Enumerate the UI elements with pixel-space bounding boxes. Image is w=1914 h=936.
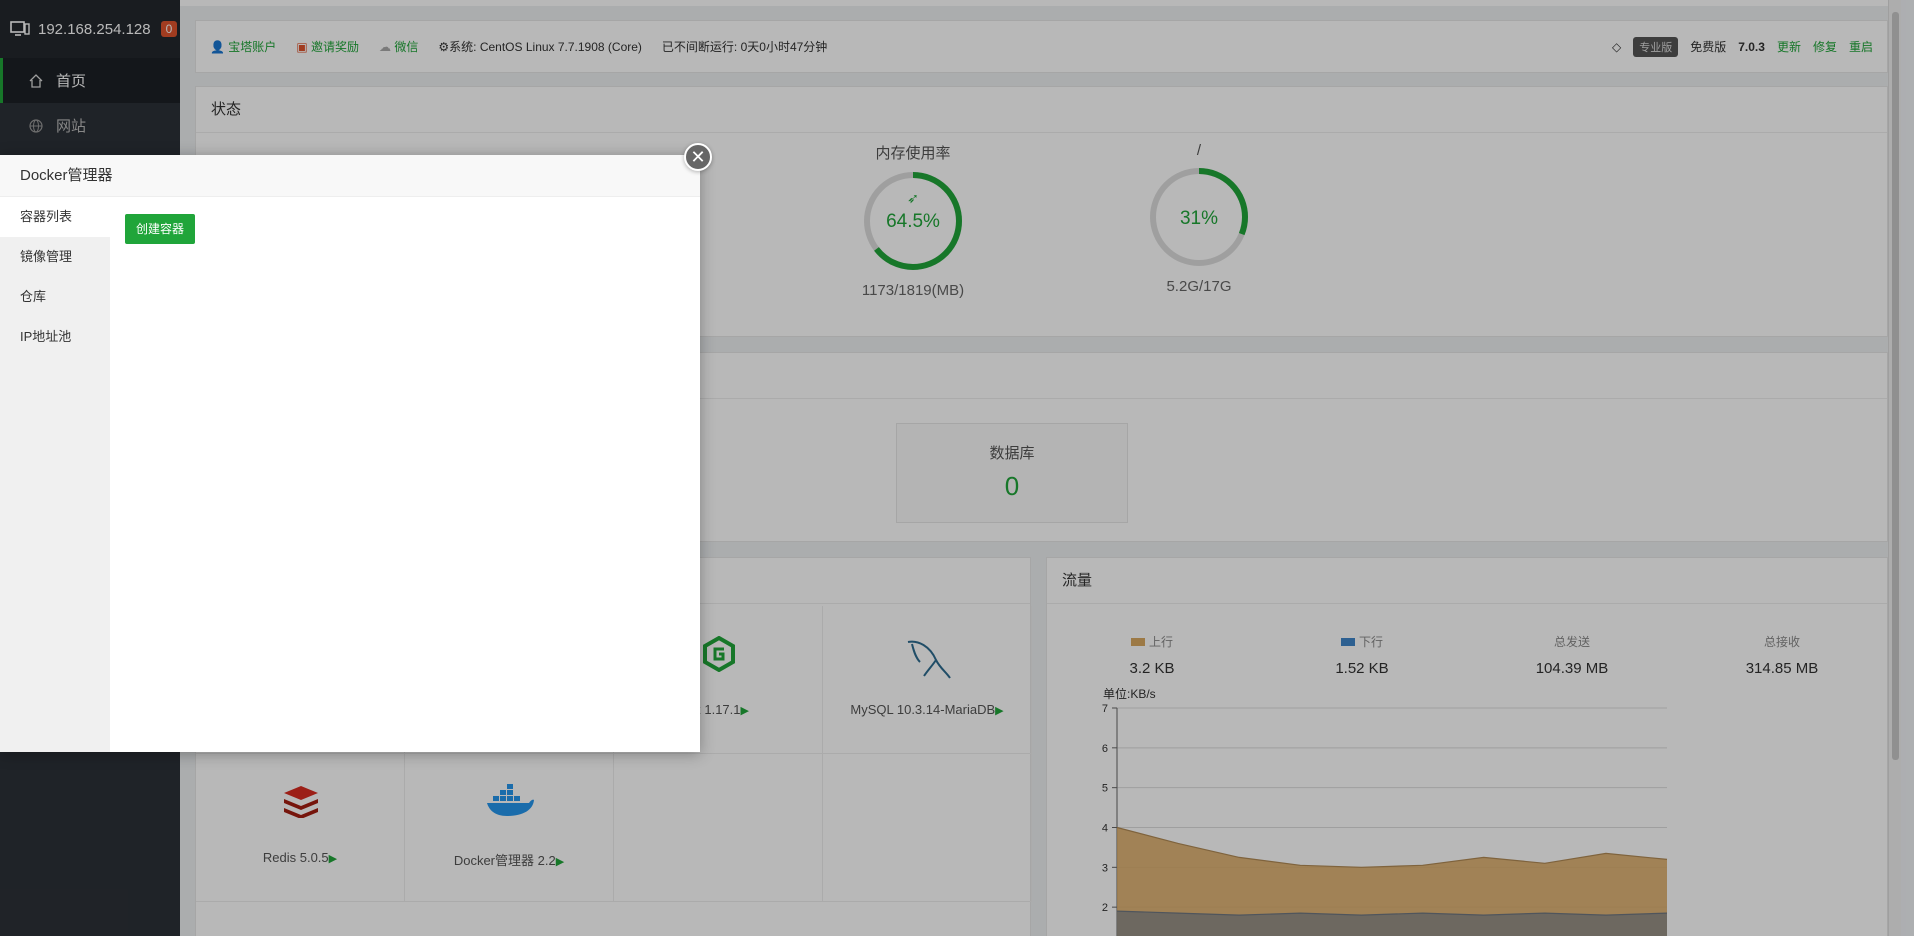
tab-repository[interactable]: 仓库 — [0, 277, 110, 317]
create-container-button[interactable]: 创建容器 — [125, 214, 196, 244]
tab-ip-pool[interactable]: IP地址池 — [0, 317, 110, 357]
modal-title: Docker管理器 — [0, 155, 700, 197]
modal-body: 创建容器 — [110, 197, 700, 752]
tab-image-management[interactable]: 镜像管理 — [0, 237, 110, 277]
modal-nav: 容器列表 镜像管理 仓库 IP地址池 — [0, 197, 110, 752]
docker-manager-modal: Docker管理器 ✕ 容器列表 镜像管理 仓库 IP地址池 创建容器 — [0, 143, 712, 752]
close-icon[interactable]: ✕ — [684, 143, 712, 171]
tab-container-list[interactable]: 容器列表 — [0, 197, 110, 237]
